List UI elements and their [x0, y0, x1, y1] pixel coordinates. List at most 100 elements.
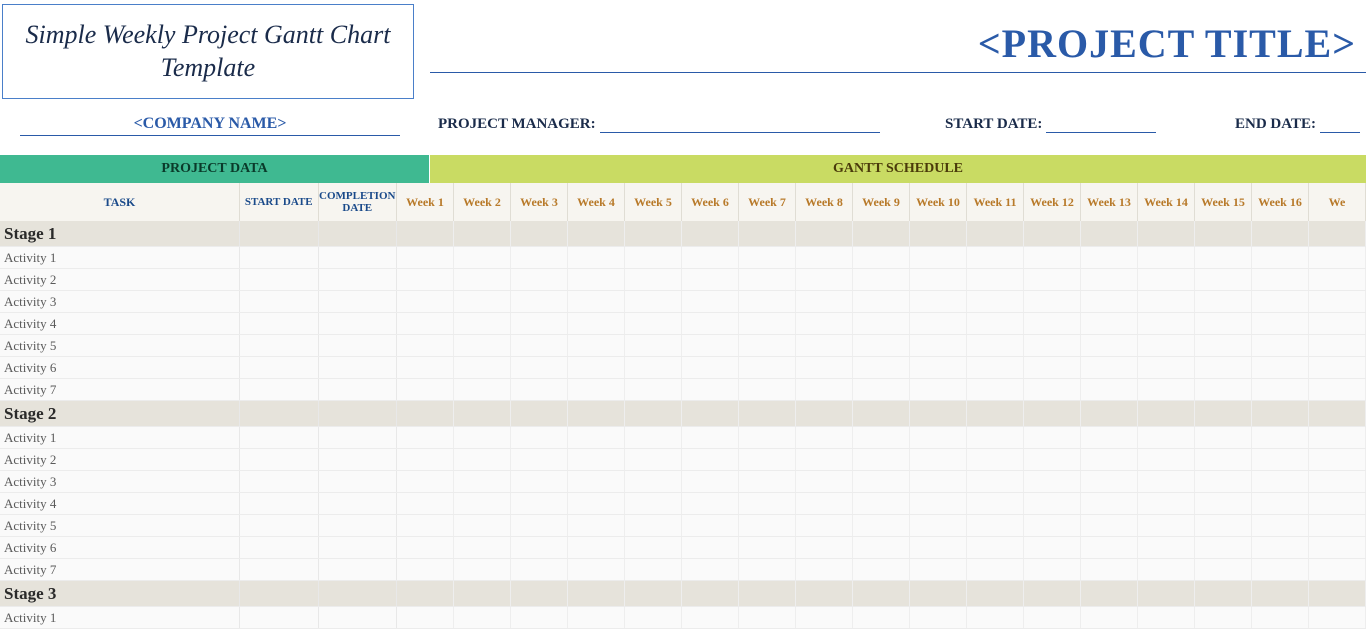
- gantt-cell[interactable]: [397, 471, 454, 492]
- gantt-cell[interactable]: [739, 471, 796, 492]
- gantt-cell[interactable]: [682, 607, 739, 628]
- gantt-cell[interactable]: [1309, 269, 1366, 290]
- gantt-cell[interactable]: [1252, 379, 1309, 400]
- gantt-cell[interactable]: [796, 357, 853, 378]
- gantt-cell[interactable]: [1138, 357, 1195, 378]
- gantt-cell[interactable]: [910, 515, 967, 536]
- gantt-cell[interactable]: [568, 537, 625, 558]
- gantt-cell[interactable]: [1195, 335, 1252, 356]
- activity-row[interactable]: Activity 4: [0, 313, 1366, 335]
- stage-row[interactable]: Stage 1: [0, 221, 1366, 247]
- gantt-cell[interactable]: [1138, 401, 1195, 426]
- gantt-cell[interactable]: [397, 221, 454, 246]
- gantt-cell[interactable]: [910, 449, 967, 470]
- gantt-cell[interactable]: [796, 515, 853, 536]
- activity-row[interactable]: Activity 5: [0, 335, 1366, 357]
- gantt-cell[interactable]: [1138, 313, 1195, 334]
- gantt-cell[interactable]: [1252, 449, 1309, 470]
- gantt-cell[interactable]: [682, 335, 739, 356]
- gantt-cell[interactable]: [967, 357, 1024, 378]
- gantt-cell[interactable]: [397, 335, 454, 356]
- completion-date-cell[interactable]: [319, 515, 397, 536]
- gantt-cell[interactable]: [1309, 559, 1366, 580]
- gantt-cell[interactable]: [853, 335, 910, 356]
- gantt-cell[interactable]: [910, 581, 967, 606]
- gantt-cell[interactable]: [682, 449, 739, 470]
- gantt-cell[interactable]: [910, 537, 967, 558]
- gantt-cell[interactable]: [625, 607, 682, 628]
- gantt-cell[interactable]: [1195, 559, 1252, 580]
- gantt-cell[interactable]: [1138, 449, 1195, 470]
- activity-row[interactable]: Activity 6: [0, 357, 1366, 379]
- gantt-cell[interactable]: [454, 607, 511, 628]
- gantt-cell[interactable]: [910, 291, 967, 312]
- start-date-cell[interactable]: [240, 581, 318, 606]
- gantt-cell[interactable]: [1024, 493, 1081, 514]
- gantt-cell[interactable]: [967, 221, 1024, 246]
- gantt-cell[interactable]: [1024, 581, 1081, 606]
- gantt-cell[interactable]: [397, 515, 454, 536]
- gantt-cell[interactable]: [853, 313, 910, 334]
- gantt-cell[interactable]: [454, 581, 511, 606]
- gantt-cell[interactable]: [511, 357, 568, 378]
- gantt-cell[interactable]: [1024, 559, 1081, 580]
- gantt-cell[interactable]: [511, 291, 568, 312]
- start-date-cell[interactable]: [240, 313, 318, 334]
- gantt-cell[interactable]: [625, 427, 682, 448]
- gantt-cell[interactable]: [625, 269, 682, 290]
- gantt-cell[interactable]: [910, 357, 967, 378]
- gantt-cell[interactable]: [853, 269, 910, 290]
- gantt-cell[interactable]: [511, 559, 568, 580]
- completion-date-cell[interactable]: [319, 607, 397, 628]
- gantt-cell[interactable]: [1024, 221, 1081, 246]
- gantt-cell[interactable]: [796, 581, 853, 606]
- gantt-cell[interactable]: [511, 449, 568, 470]
- task-cell[interactable]: Activity 4: [0, 493, 240, 514]
- end-date-input[interactable]: [1320, 115, 1360, 133]
- gantt-cell[interactable]: [1195, 515, 1252, 536]
- gantt-cell[interactable]: [1252, 335, 1309, 356]
- activity-row[interactable]: Activity 7: [0, 559, 1366, 581]
- gantt-cell[interactable]: [1195, 471, 1252, 492]
- gantt-cell[interactable]: [853, 401, 910, 426]
- gantt-cell[interactable]: [1309, 581, 1366, 606]
- gantt-cell[interactable]: [910, 493, 967, 514]
- gantt-cell[interactable]: [454, 379, 511, 400]
- gantt-cell[interactable]: [511, 427, 568, 448]
- gantt-cell[interactable]: [568, 401, 625, 426]
- activity-row[interactable]: Activity 2: [0, 269, 1366, 291]
- gantt-cell[interactable]: [625, 449, 682, 470]
- gantt-cell[interactable]: [1081, 335, 1138, 356]
- start-date-cell[interactable]: [240, 449, 318, 470]
- gantt-cell[interactable]: [1195, 607, 1252, 628]
- gantt-cell[interactable]: [967, 471, 1024, 492]
- gantt-cell[interactable]: [739, 581, 796, 606]
- gantt-cell[interactable]: [397, 581, 454, 606]
- gantt-cell[interactable]: [1024, 427, 1081, 448]
- gantt-cell[interactable]: [1252, 493, 1309, 514]
- gantt-cell[interactable]: [568, 379, 625, 400]
- completion-date-cell[interactable]: [319, 493, 397, 514]
- activity-row[interactable]: Activity 3: [0, 471, 1366, 493]
- gantt-cell[interactable]: [1252, 401, 1309, 426]
- gantt-cell[interactable]: [853, 427, 910, 448]
- gantt-cell[interactable]: [454, 269, 511, 290]
- gantt-cell[interactable]: [796, 427, 853, 448]
- gantt-cell[interactable]: [511, 607, 568, 628]
- gantt-cell[interactable]: [511, 471, 568, 492]
- gantt-cell[interactable]: [625, 401, 682, 426]
- gantt-cell[interactable]: [853, 449, 910, 470]
- gantt-cell[interactable]: [511, 335, 568, 356]
- gantt-cell[interactable]: [910, 379, 967, 400]
- completion-date-cell[interactable]: [319, 379, 397, 400]
- gantt-cell[interactable]: [910, 401, 967, 426]
- gantt-cell[interactable]: [853, 493, 910, 514]
- gantt-cell[interactable]: [796, 379, 853, 400]
- gantt-cell[interactable]: [1309, 291, 1366, 312]
- gantt-cell[interactable]: [1252, 515, 1309, 536]
- gantt-cell[interactable]: [910, 607, 967, 628]
- activity-row[interactable]: Activity 1: [0, 607, 1366, 629]
- task-cell[interactable]: Activity 1: [0, 247, 240, 268]
- gantt-cell[interactable]: [397, 247, 454, 268]
- start-date-cell[interactable]: [240, 607, 318, 628]
